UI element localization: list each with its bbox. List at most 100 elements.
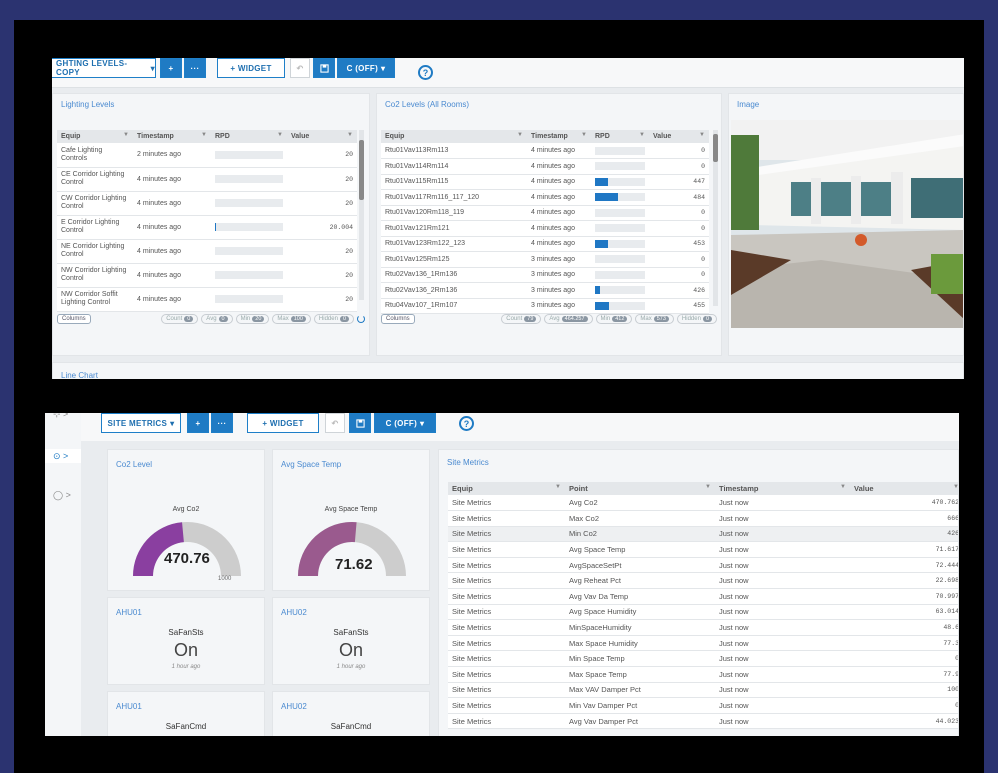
undo-icon[interactable]: ↶: [290, 58, 310, 78]
sidebar-item-0[interactable]: ⊹ >: [53, 413, 68, 420]
table-cell: Site Metrics: [448, 541, 565, 558]
column-header-label: Equip: [452, 484, 473, 493]
filter-icon[interactable]: ▼: [517, 132, 523, 138]
filter-icon[interactable]: ▼: [201, 132, 207, 138]
table-row[interactable]: Site Metrics Avg Vav Damper Pct Just now 44…: [448, 713, 958, 730]
add-widget-button[interactable]: + WIDGET: [247, 413, 319, 433]
refresh-toggle-button[interactable]: C (OFF) ▾: [374, 413, 436, 433]
table-cell: [591, 220, 649, 237]
table-cell: Min Co2: [565, 526, 715, 543]
table-row[interactable]: Site Metrics Max Space Humidity Just now 77…: [448, 635, 958, 652]
column-header[interactable]: Point ▼: [565, 482, 715, 495]
table-row[interactable]: Rtu01Vav121Rm121 4 minutes ago 0: [381, 220, 709, 237]
filter-icon[interactable]: ▼: [347, 132, 353, 138]
table-row[interactable]: Site Metrics Avg Space Temp Just now 71.617: [448, 541, 958, 558]
filter-icon[interactable]: ▼: [699, 132, 705, 138]
table-cell: Site Metrics: [448, 510, 565, 527]
table-row[interactable]: Site Metrics MinSpaceHumidity Just now 48.6: [448, 619, 958, 636]
table-scrollbar[interactable]: [359, 130, 364, 300]
columns-button[interactable]: Columns: [57, 314, 91, 324]
refresh-toggle-button[interactable]: C (OFF) ▾: [337, 58, 395, 78]
save-icon[interactable]: [313, 58, 335, 78]
table-row[interactable]: Site Metrics Max Space Temp Just now 77.9: [448, 666, 958, 683]
filter-icon[interactable]: ▼: [705, 484, 711, 490]
column-header[interactable]: Equip ▼: [448, 482, 565, 495]
column-header[interactable]: Value ▼: [649, 130, 709, 143]
add-button[interactable]: +: [187, 413, 209, 433]
filter-icon[interactable]: ▼: [639, 132, 645, 138]
table-row[interactable]: Rtu02Vav136_1Rm136 3 minutes ago 0: [381, 267, 709, 283]
table-row[interactable]: Rtu01Vav117Rm116_117_120 4 minutes ago 484: [381, 189, 709, 206]
column-header[interactable]: Equip ▼: [381, 130, 527, 143]
column-header[interactable]: RPD ▼: [211, 130, 287, 143]
table-row[interactable]: CW Corridor Lighting Control 4 minutes ag…: [57, 191, 357, 216]
filter-icon[interactable]: ▼: [277, 132, 283, 138]
table-row[interactable]: Site Metrics AvgSpaceSetPt Just now 72.444: [448, 557, 958, 574]
table-row[interactable]: Rtu01Vav120Rm118_119 4 minutes ago 0: [381, 205, 709, 221]
more-button[interactable]: ···: [184, 58, 206, 78]
columns-button[interactable]: Columns: [381, 314, 415, 324]
filter-icon[interactable]: ▼: [953, 484, 958, 490]
table-row[interactable]: Rtu02Vav136_2Rm136 3 minutes ago 426: [381, 282, 709, 299]
table-cell: 70.997: [850, 588, 958, 605]
help-icon[interactable]: ?: [418, 65, 433, 80]
table-cell: 0: [850, 650, 958, 668]
table-cell: Rtu01Vav117Rm116_117_120: [381, 189, 527, 206]
table-row[interactable]: Site Metrics Min Co2 Just now 426: [448, 526, 958, 543]
more-button[interactable]: ···: [211, 413, 233, 433]
rpd-bar-fill: [595, 239, 608, 248]
table-row[interactable]: CE Corridor Lighting Control 4 minutes ag…: [57, 167, 357, 192]
column-header[interactable]: Value ▼: [287, 130, 357, 143]
table-row[interactable]: Site Metrics Max Co2 Just now 666: [448, 510, 958, 527]
sidebar-item-dashboards[interactable]: ⊙ >: [53, 451, 68, 462]
table-row[interactable]: Site Metrics Max VAV Damper Pct Just now 10…: [448, 682, 958, 699]
table-row[interactable]: Site Metrics Avg Co2 Just now 470.762: [448, 495, 958, 512]
table-row[interactable]: Site Metrics Avg Reheat Pct Just now 22.698: [448, 572, 958, 590]
table-cell: Site Metrics: [448, 588, 565, 605]
table-row[interactable]: Rtu01Vav123Rm122_123 4 minutes ago 453: [381, 236, 709, 252]
undo-icon[interactable]: ↶: [325, 413, 345, 433]
table-row[interactable]: Rtu01Vav113Rm113 4 minutes ago 0: [381, 143, 709, 159]
column-header[interactable]: Timestamp ▼: [715, 482, 850, 495]
table-row[interactable]: Site Metrics Min Vav Damper Pct Just now 0: [448, 697, 958, 714]
column-header[interactable]: Timestamp ▼: [527, 130, 591, 143]
hidden-stat: Hidden 0: [676, 314, 717, 324]
table-cell: Rtu02Vav136_1Rm136: [381, 267, 527, 283]
table-row[interactable]: NW Corridor Lighting Control 4 minutes ag…: [57, 263, 357, 288]
status-point-label: SaFanCmd: [165, 722, 207, 731]
avg-stat: Avg 464.257: [544, 314, 593, 324]
dashboard-select-button[interactable]: SITE METRICS ▾: [101, 413, 181, 433]
table-cell: [211, 191, 287, 216]
table-row[interactable]: Site Metrics Avg Vav Da Temp Just now 70.99…: [448, 588, 958, 605]
table-row[interactable]: E Corridor Lighting Control 4 minutes ago…: [57, 215, 357, 240]
filter-icon[interactable]: ▼: [555, 484, 561, 490]
add-widget-button[interactable]: + WIDGET: [217, 58, 285, 78]
save-icon[interactable]: [349, 413, 371, 433]
table-row[interactable]: Rtu01Vav125Rm125 3 minutes ago 0: [381, 251, 709, 268]
dashboard-select-button[interactable]: GHTING LEVELS-COPY ▾: [52, 58, 156, 78]
filter-icon[interactable]: ▼: [581, 132, 587, 138]
filter-icon[interactable]: ▼: [123, 132, 129, 138]
help-icon[interactable]: ?: [459, 416, 474, 431]
filter-icon[interactable]: ▼: [840, 484, 846, 490]
column-header[interactable]: Equip ▼: [57, 130, 133, 143]
table-cell: Just now: [715, 557, 850, 574]
table-row[interactable]: Site Metrics Avg Space Humidity Just now 63…: [448, 604, 958, 621]
column-header[interactable]: Value ▼: [850, 482, 958, 495]
table-row[interactable]: Rtu01Vav114Rm114 4 minutes ago 0: [381, 158, 709, 175]
table-cell: [211, 215, 287, 240]
column-header[interactable]: Timestamp ▼: [133, 130, 211, 143]
table-cell: Site Metrics: [448, 635, 565, 652]
rpd-bar-fill: [595, 193, 618, 202]
table-row[interactable]: NE Corridor Lighting Control 4 minutes ag…: [57, 239, 357, 264]
column-header[interactable]: RPD ▼: [591, 130, 649, 143]
table-row[interactable]: Cafe Lighting Controls 2 minutes ago 20: [57, 143, 357, 168]
table-row[interactable]: Site Metrics Min Space Temp Just now 0: [448, 650, 958, 668]
table-cell: 4 minutes ago: [527, 236, 591, 252]
table-row[interactable]: Rtu01Vav115Rm115 4 minutes ago 447: [381, 174, 709, 190]
sidebar-item-other[interactable]: ◯ >: [53, 490, 71, 501]
table-cell: 20: [287, 239, 357, 264]
add-button[interactable]: +: [160, 58, 182, 78]
table-row[interactable]: NW Corridor Soffit Lighting Control 4 min…: [57, 287, 357, 312]
table-scrollbar[interactable]: [713, 130, 718, 306]
